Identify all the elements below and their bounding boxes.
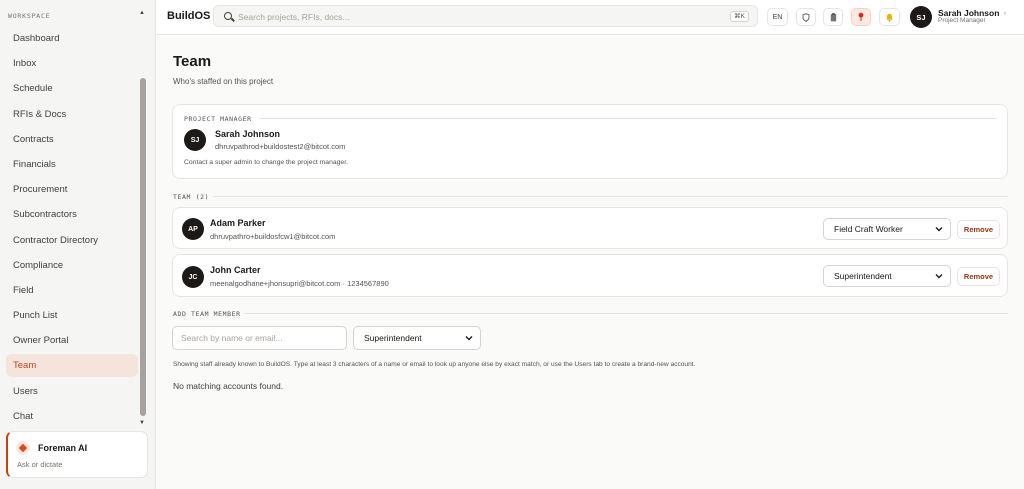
bell-icon[interactable] [879,8,900,26]
chevron-right-icon[interactable]: › [1004,11,1006,17]
user-avatar[interactable]: SJ [910,6,932,28]
workspace-label: WORKSPACE [8,12,51,20]
empty-results-message: No matching accounts found. [173,381,284,391]
sidebar-item-compliance[interactable]: Compliance [6,254,138,277]
sidebar-nav: Dashboard Inbox Schedule RFIs & Docs Con… [6,27,138,430]
scroll-down-arrow-icon[interactable]: ▼ [139,420,145,426]
chevron-down-icon [465,336,473,341]
sidebar-item-dashboard[interactable]: Dashboard [6,27,138,50]
sidebar-item-financials[interactable]: Financials [6,153,138,176]
global-search-input[interactable] [238,10,718,23]
avatar: AP [182,218,204,240]
avatar: JC [182,266,204,288]
member-name: John Carter [210,265,261,275]
sidebar-item-inbox[interactable]: Inbox [6,52,138,75]
sidebar-item-contracts[interactable]: Contracts [6,128,138,151]
sidebar-item-schedule[interactable]: Schedule [6,77,138,100]
add-team-member-label: ADD TEAM MEMBER [173,310,241,318]
team-count-label: TEAM (2) [173,193,210,201]
foreman-diamond-icon [16,441,30,455]
member-role-select[interactable]: Field Craft Worker [823,218,951,240]
sidebar-item-chat[interactable]: Chat [6,405,138,428]
user-role: Project Manager [938,17,986,24]
search-icon [224,12,232,20]
foreman-title: Foreman AI [38,443,88,453]
foreman-prompt[interactable]: Ask or dictate [17,460,62,469]
chevron-down-icon [935,274,943,279]
remove-member-button[interactable]: Remove [957,267,1000,286]
new-member-role-select[interactable]: Superintendent [353,326,481,350]
global-search[interactable]: ⌘K [213,5,758,27]
page-title: Team [173,53,212,70]
topbar: BuildOS ⌘K EN SJ Sarah Johnson Project M… [156,0,1024,35]
page-subtitle: Who's staffed on this project [173,77,274,86]
chevron-down-icon [935,227,943,232]
sidebar: WORKSPACE ▲ Dashboard Inbox Schedule RFI… [0,0,156,489]
manager-email: dhruvpathrod+buildostest2@bitcot.com [215,142,346,151]
new-member-role-value: Superintendent [364,333,422,343]
team-member-row: AP Adam Parker dhruvpathro+buildosfcw1@b… [172,207,1008,249]
brand-logo[interactable]: BuildOS [167,10,210,22]
avatar: SJ [184,129,206,151]
pin-icon[interactable] [851,8,871,26]
sidebar-item-contractor-directory[interactable]: Contractor Directory [6,229,138,252]
member-role-select[interactable]: Superintendent [823,265,951,287]
member-role-value: Superintendent [834,271,892,281]
search-shortcut: ⌘K [730,11,749,22]
add-member-help-text: Showing staff already known to BuildOS. … [173,361,696,368]
clipboard-icon[interactable] [823,8,843,26]
manager-name: Sarah Johnson [215,129,281,139]
sidebar-item-subcontractors[interactable]: Subcontractors [6,203,138,226]
sidebar-item-rfis-docs[interactable]: RFIs & Docs [6,103,138,126]
sidebar-item-punch-list[interactable]: Punch List [6,304,138,327]
sidebar-item-procurement[interactable]: Procurement [6,178,138,201]
member-name: Adam Parker [210,218,266,228]
divider [244,313,1008,314]
sidebar-item-field[interactable]: Field [6,279,138,302]
divider [213,196,1008,197]
member-details: meenalgodhane+jhonsupri@bitcot.com · 123… [210,279,389,288]
team-member-row: JC John Carter meenalgodhane+jhonsupri@b… [172,254,1008,297]
language-button[interactable]: EN [767,8,788,26]
divider [259,118,997,119]
member-details: dhruvpathro+buildosfcw1@bitcot.com [210,232,336,241]
sidebar-scrollbar[interactable] [140,78,146,416]
shield-icon[interactable] [796,8,816,26]
manager-note: Contact a super admin to change the proj… [184,159,348,166]
foreman-ai-panel[interactable]: Foreman AI Ask or dictate [6,431,148,478]
remove-member-button[interactable]: Remove [957,220,1000,239]
sidebar-item-users[interactable]: Users [6,380,138,403]
project-manager-label: PROJECT MANAGER [184,115,252,123]
sidebar-item-team[interactable]: Team [6,354,138,378]
member-search-input[interactable] [172,326,347,350]
scroll-up-arrow-icon[interactable]: ▲ [139,10,145,16]
sidebar-item-owner-portal[interactable]: Owner Portal [6,329,138,352]
member-role-value: Field Craft Worker [834,224,903,234]
project-manager-card: PROJECT MANAGER SJ Sarah Johnson dhruvpa… [172,104,1008,179]
